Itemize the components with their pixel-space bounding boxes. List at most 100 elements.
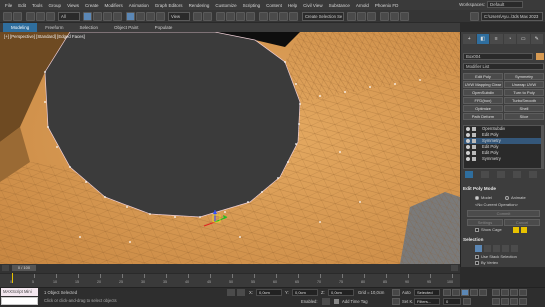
select-object-icon[interactable] <box>83 12 92 21</box>
bulb-icon[interactable] <box>472 133 476 137</box>
select-and-move-icon[interactable] <box>126 12 135 21</box>
utilities-tab-icon[interactable]: ✎ <box>530 34 543 44</box>
menu-group[interactable]: Group <box>46 3 65 8</box>
adaptive-degradation-icon[interactable] <box>322 298 330 305</box>
set-key-icon[interactable] <box>392 298 400 305</box>
eye-icon[interactable] <box>466 151 470 155</box>
reference-coordinate-dropdown[interactable]: View <box>168 12 190 21</box>
viewport-label[interactable]: [+] [Perspective] [Standard] [Edged Face… <box>4 34 85 39</box>
next-frame-icon[interactable] <box>451 265 458 271</box>
stack-scrollbar[interactable] <box>541 125 544 169</box>
turbosmooth-button[interactable]: TurboSmooth <box>504 97 544 104</box>
play-icon[interactable] <box>461 289 469 296</box>
tab-selection[interactable]: Selection <box>72 23 107 32</box>
remove-modifier-icon[interactable] <box>513 171 521 178</box>
add-time-tag-button[interactable]: Add Time Tag <box>342 299 368 304</box>
rendered-frame-window-icon[interactable] <box>390 12 399 21</box>
selection-header[interactable]: Selection <box>463 237 544 243</box>
time-tag-icon[interactable] <box>334 299 339 304</box>
selection-lock-icon[interactable] <box>237 289 245 296</box>
tab-modeling[interactable]: Modeling <box>3 23 38 32</box>
model-radio[interactable] <box>475 196 479 200</box>
element-mode-icon[interactable] <box>511 245 518 252</box>
tab-object-paint[interactable]: Object Paint <box>106 23 147 32</box>
next-frame-icon[interactable] <box>470 289 478 296</box>
modify-tab-icon[interactable]: ◧ <box>476 34 489 44</box>
align-icon[interactable] <box>279 12 288 21</box>
turn-to-poly-button[interactable]: Turn to Poly <box>504 89 544 96</box>
auto-key-label[interactable]: Auto <box>402 290 411 295</box>
workspaces-dropdown[interactable]: Default <box>487 1 523 8</box>
modifier-stack[interactable]: OpenSubdiv Edit Poly Symmetry Edit Poly … <box>463 125 542 169</box>
undo-icon[interactable] <box>3 12 12 21</box>
project-path-dropdown[interactable]: C:\Users\Ayu..\3ds Max 2023 <box>481 12 543 21</box>
render-setup-icon[interactable] <box>380 12 389 21</box>
angle-snap-icon[interactable] <box>226 12 235 21</box>
bulb-icon[interactable] <box>472 157 476 161</box>
motion-tab-icon[interactable]: ◔ <box>503 34 516 44</box>
key-filter-dropdown[interactable]: Selected <box>414 289 440 296</box>
border-mode-icon[interactable] <box>493 245 500 252</box>
project-folder-icon[interactable] <box>470 12 479 21</box>
display-tab-icon[interactable]: ▭ <box>517 34 530 44</box>
current-frame-field[interactable]: 0 <box>443 298 461 305</box>
menu-animation[interactable]: Animation <box>126 3 152 8</box>
maxscript-listener[interactable]: MAXScript Mini <box>1 288 38 296</box>
edge-mode-icon[interactable] <box>484 245 491 252</box>
time-slider[interactable] <box>0 264 460 273</box>
vertex-mode-icon[interactable] <box>475 245 482 252</box>
object-color-swatch[interactable] <box>536 53 544 60</box>
eye-icon[interactable] <box>466 133 470 137</box>
select-and-rotate-icon[interactable] <box>136 12 145 21</box>
menu-help[interactable]: Help <box>285 3 300 8</box>
opensubdiv-button[interactable]: OpenSubdiv <box>463 89 503 96</box>
menu-content[interactable]: Content <box>263 3 285 8</box>
zoom-icon[interactable] <box>492 289 500 296</box>
menu-modifiers[interactable]: Modifiers <box>102 3 126 8</box>
tab-populate[interactable]: Populate <box>147 23 181 32</box>
auto-key-icon[interactable] <box>392 289 400 296</box>
time-configuration-icon[interactable] <box>463 298 471 305</box>
select-manipulate-icon[interactable] <box>203 12 212 21</box>
menu-phoenix-fd[interactable]: Phoenix FD <box>372 3 402 8</box>
cancel-button[interactable]: Cancel <box>504 219 540 226</box>
make-unique-icon[interactable] <box>497 171 505 178</box>
show-cage-checkbox[interactable] <box>475 228 479 232</box>
eye-icon[interactable] <box>466 139 470 143</box>
key-filters-button[interactable]: Filters... <box>414 298 440 305</box>
render-production-icon[interactable] <box>400 12 409 21</box>
x-coordinate-field[interactable]: 0,0cm <box>256 289 282 296</box>
bulb-icon[interactable] <box>472 151 476 155</box>
zoom-extents-all-icon[interactable] <box>519 289 527 296</box>
select-by-name-icon[interactable] <box>93 12 102 21</box>
zoom-all-icon[interactable] <box>501 289 509 296</box>
snap-toggle-icon[interactable] <box>216 12 225 21</box>
percent-snap-icon[interactable] <box>236 12 245 21</box>
track-bar[interactable]: 0 5 10 15 20 25 30 35 40 45 50 55 60 65 … <box>0 273 460 287</box>
menu-customize[interactable]: Customize <box>212 3 239 8</box>
cage-color-swatch[interactable] <box>513 227 519 233</box>
eye-icon[interactable] <box>466 157 470 161</box>
select-and-place-icon[interactable] <box>156 12 165 21</box>
cage-selected-color-swatch[interactable] <box>521 227 527 233</box>
symmetry-button[interactable]: Symmetry <box>504 73 544 80</box>
menu-views[interactable]: Views <box>64 3 82 8</box>
edit-poly-mode-header[interactable]: Edit Poly Mode <box>463 186 544 192</box>
menu-arnold[interactable]: Arnold <box>353 3 372 8</box>
uvw-mapping-clear-button[interactable]: UVW Mapping Clear <box>463 81 503 88</box>
menu-graph-editors[interactable]: Graph Editors <box>152 3 186 8</box>
menu-file[interactable]: File <box>2 3 15 8</box>
pan-view-icon[interactable] <box>501 298 509 305</box>
maxscript-input[interactable] <box>1 297 38 305</box>
curve-editor-icon[interactable] <box>347 12 356 21</box>
schematic-view-icon[interactable] <box>357 12 366 21</box>
isolate-selection-icon[interactable] <box>227 289 235 296</box>
bulb-icon[interactable] <box>472 127 476 131</box>
material-editor-icon[interactable] <box>367 12 376 21</box>
eye-icon[interactable] <box>466 127 470 131</box>
unwrap-uvw-button[interactable]: Unwrap UVW <box>504 81 544 88</box>
animate-radio[interactable] <box>505 196 509 200</box>
hierarchy-tab-icon[interactable]: ≡ <box>490 34 503 44</box>
unlink-icon[interactable] <box>36 12 45 21</box>
shell-button[interactable]: Shell <box>504 105 544 112</box>
